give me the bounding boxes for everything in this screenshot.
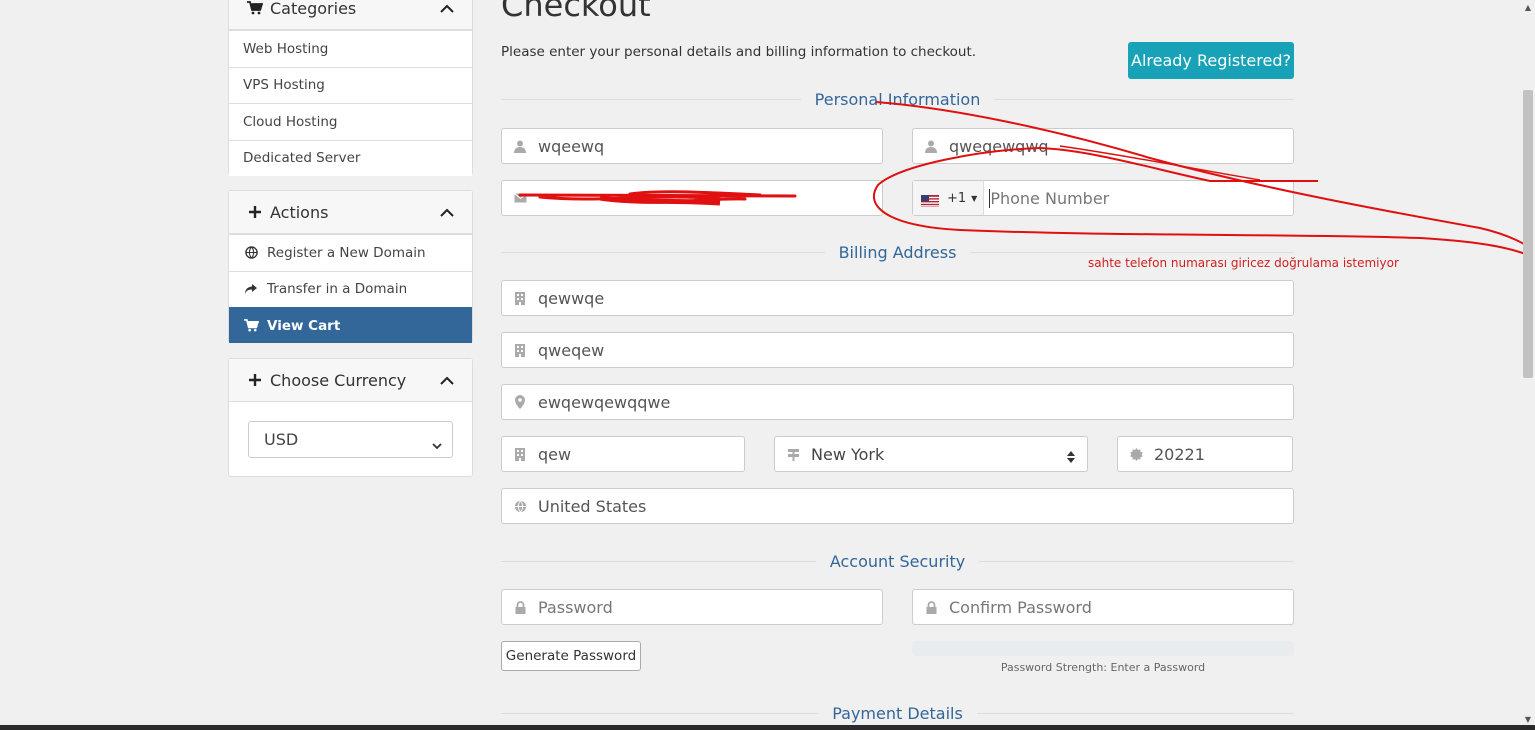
confirm-password-placeholder: Confirm Password [949, 597, 1092, 617]
password-strength-text: Password Strength: Enter a Password [1000, 661, 1206, 674]
address2-value: ewqewqewqqwe [538, 392, 671, 412]
city-field[interactable]: qew [501, 436, 745, 472]
chevron-up-icon[interactable] [440, 371, 454, 390]
cart-icon [247, 1, 263, 15]
chevron-up-icon[interactable] [440, 203, 454, 222]
us-flag-icon [921, 192, 939, 207]
postcode-value: 20221 [1154, 444, 1205, 464]
email-field[interactable] [501, 180, 883, 216]
globe-icon [243, 246, 259, 260]
scroll-down-icon[interactable]: ▼ [1523, 714, 1533, 724]
sidebar-item-transfer-domain[interactable]: Transfer in a Domain [229, 270, 472, 307]
signpost-icon [775, 448, 811, 461]
intro-text: Please enter your personal details and b… [501, 44, 977, 60]
user-icon [502, 140, 538, 153]
sidebar-item-vps-hosting[interactable]: VPS Hosting [229, 66, 472, 103]
certificate-icon [1118, 447, 1154, 461]
personal-info-heading: Personal Information [501, 89, 1294, 109]
last-name-field[interactable]: qweqewqwq [912, 128, 1294, 164]
lock-icon [502, 600, 538, 614]
payment-details-heading: Payment Details [501, 703, 1295, 723]
actions-panel: Actions Register a New Domain Transfer i… [228, 190, 473, 343]
account-security-heading: Account Security [501, 551, 1295, 571]
scroll-up-icon[interactable]: ▲ [1523, 2, 1533, 12]
address1-value: qweqew [538, 340, 605, 360]
currency-select[interactable]: USD [248, 421, 453, 458]
generate-password-button[interactable]: Generate Password [501, 641, 641, 671]
currency-panel: Choose Currency USD [228, 358, 473, 477]
first-name-value: wqeewq [538, 136, 605, 156]
categories-panel: Categories Web Hosting VPS Hosting Cloud… [228, 0, 473, 176]
sidebar-item-web-hosting[interactable]: Web Hosting [229, 30, 472, 67]
currency-heading: Choose Currency [270, 370, 407, 390]
sidebar-item-dedicated-server[interactable]: Dedicated Server [229, 139, 472, 176]
confirm-password-field[interactable]: Confirm Password [912, 589, 1294, 625]
state-value: New York [811, 444, 885, 464]
currency-value: USD [264, 430, 299, 449]
address2-field[interactable]: ewqewqewqqwe [501, 384, 1294, 420]
taskbar-edge [0, 725, 1535, 730]
country-code-selector[interactable]: +1 ▼ [913, 181, 985, 215]
password-field[interactable]: Password [501, 589, 883, 625]
building-icon [502, 291, 538, 305]
country-select[interactable]: United States [501, 488, 1294, 524]
page-title: Checkout [501, 0, 651, 24]
phone-placeholder: Phone Number [990, 188, 1110, 208]
categories-heading: Categories [270, 0, 357, 18]
actions-header[interactable]: Actions [229, 191, 472, 234]
sidebar-item-register-domain[interactable]: Register a New Domain [229, 234, 472, 271]
plus-icon [247, 205, 263, 219]
lock-icon [913, 600, 949, 614]
globe-icon [502, 500, 538, 513]
company-value: qewwqe [538, 288, 605, 308]
annotation-note: sahte telefon numarası giricez doğrulama… [1088, 256, 1399, 270]
chevron-down-icon [432, 435, 442, 454]
phone-field[interactable]: +1 ▼ Phone Number [912, 180, 1294, 216]
share-arrow-icon [243, 283, 259, 295]
user-icon [913, 140, 949, 153]
map-marker-icon [502, 395, 538, 409]
sidebar-item-view-cart[interactable]: View Cart [229, 307, 472, 343]
actions-heading: Actions [270, 202, 329, 222]
already-registered-button[interactable]: Already Registered? [1128, 42, 1294, 79]
phone-code: +1 [947, 190, 967, 206]
chevron-up-icon[interactable] [440, 0, 454, 18]
sort-caret-icon [1067, 448, 1075, 467]
postcode-field[interactable]: 20221 [1117, 436, 1293, 472]
page-scrollbar[interactable]: ▲ ▼ [1523, 0, 1535, 730]
first-name-field[interactable]: wqeewq [501, 128, 883, 164]
chevron-down-icon: ▼ [971, 193, 978, 203]
password-placeholder: Password [538, 597, 613, 617]
categories-header[interactable]: Categories [229, 0, 472, 30]
envelope-icon [502, 193, 538, 203]
scroll-thumb[interactable] [1523, 90, 1533, 378]
sidebar-item-label: Transfer in a Domain [267, 281, 408, 298]
sidebar-item-label: View Cart [267, 317, 341, 334]
sidebar-item-label: Register a New Domain [267, 244, 426, 261]
cart-icon [243, 319, 259, 332]
building-icon [502, 447, 538, 461]
city-value: qew [538, 444, 572, 464]
password-strength-bar [912, 641, 1294, 656]
building-icon [502, 343, 538, 357]
last-name-value: qweqewqwq [949, 136, 1049, 156]
company-field[interactable]: qewwqe [501, 280, 1294, 316]
sidebar-item-cloud-hosting[interactable]: Cloud Hosting [229, 103, 472, 140]
plus-icon [247, 373, 263, 387]
state-select[interactable]: New York [774, 436, 1088, 472]
currency-header[interactable]: Choose Currency [229, 359, 472, 402]
country-value: United States [538, 496, 647, 516]
address1-field[interactable]: qweqew [501, 332, 1294, 368]
